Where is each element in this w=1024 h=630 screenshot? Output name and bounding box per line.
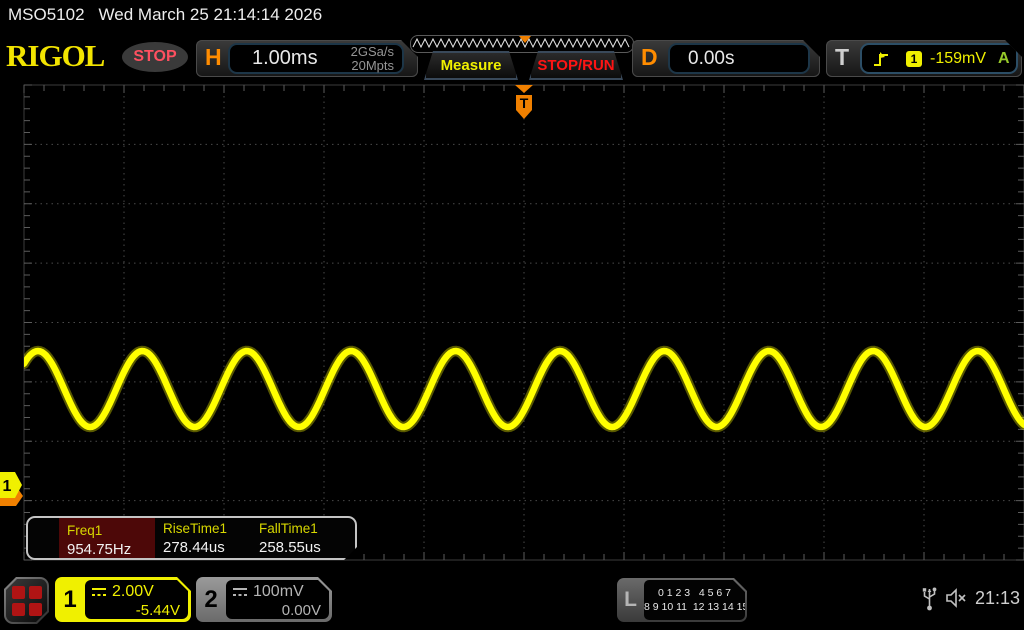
dc-coupling-icon: [91, 586, 107, 598]
menu-grid-icon: [6, 579, 47, 622]
measurement-panel[interactable]: Freq1 954.75Hz RiseTime1 278.44us FallTi…: [26, 516, 357, 560]
clock: 21:13: [975, 588, 1020, 609]
measurement-spacer: [26, 516, 59, 560]
measurement-risetime1[interactable]: RiseTime1 278.44us: [155, 516, 251, 560]
stop-run-button[interactable]: STOP/RUN: [529, 51, 623, 80]
status-bar: MSO5102 Wed March 25 21:14:14 2026: [0, 0, 1024, 32]
channel1-number: 1: [55, 577, 85, 622]
timebase-box[interactable]: 1.00ms 2GSa/s20Mpts: [228, 43, 404, 74]
memory-position-bar[interactable]: [410, 35, 634, 53]
trigger-mode: A: [998, 50, 1010, 68]
channel2-badge[interactable]: 2 100mV 0.00V: [196, 577, 332, 622]
channel2-number: 2: [196, 577, 226, 622]
oscilloscope-screen: MSO5102 Wed March 25 21:14:14 2026 RIGOL …: [0, 0, 1024, 630]
channel1-ground-marker[interactable]: 1: [0, 470, 26, 508]
system-tray: 21:13: [922, 585, 1020, 611]
menu-button[interactable]: [4, 577, 49, 624]
trigger-source-badge: 1: [906, 51, 922, 67]
rigol-logo: RIGOL: [6, 38, 104, 74]
delay-box[interactable]: 0.00s: [668, 43, 810, 74]
channel2-values: 100mV 0.00V: [226, 580, 329, 619]
channel2-offset: 0.00V: [232, 602, 321, 619]
measure-button[interactable]: Measure: [424, 51, 518, 80]
channel1-marker-number: 1: [3, 478, 12, 495]
trigger-panel[interactable]: T 1 -159mV A: [826, 40, 1022, 77]
dc-coupling-icon: [232, 586, 248, 598]
channel1-scale: 2.00V: [112, 583, 154, 601]
speaker-muted-icon: [945, 588, 967, 608]
delay-label: D: [641, 44, 658, 71]
horizontal-panel[interactable]: H 1.00ms 2GSa/s20Mpts: [196, 40, 418, 77]
logic-channel-numbers: 0 1 2 3 4 5 6 78 9 10 11 12 13 14 15: [644, 580, 745, 620]
delay-panel[interactable]: D 0.00s: [632, 40, 820, 77]
trigger-edge-icon: [872, 50, 892, 68]
trigger-position-flag[interactable]: T: [514, 85, 534, 121]
horizontal-label: H: [205, 44, 222, 71]
delay-value: 0.00s: [688, 48, 734, 70]
model-name: MSO5102: [8, 5, 85, 24]
position-marker-icon[interactable]: [519, 36, 531, 43]
logic-label: L: [617, 578, 644, 622]
channel1-badge[interactable]: 1 2.00V -5.44V: [55, 577, 191, 622]
datetime: Wed March 25 21:14:14 2026: [99, 5, 323, 24]
header-bar: RIGOL STOP H 1.00ms 2GSa/s20Mpts Measure…: [0, 32, 1024, 82]
measurement-falltime1[interactable]: FallTime1 258.55us: [251, 516, 347, 560]
trigger-flag-letter: T: [520, 95, 529, 111]
trigger-level-value: -159mV: [930, 50, 986, 68]
channel2-scale: 100mV: [253, 583, 304, 601]
measurement-freq1[interactable]: Freq1 954.75Hz: [59, 518, 155, 558]
channel1-offset: -5.44V: [91, 602, 180, 619]
trigger-box[interactable]: 1 -159mV A: [860, 43, 1018, 74]
logic-channels-badge[interactable]: L 0 1 2 3 4 5 6 78 9 10 11 12 13 14 15: [617, 578, 747, 622]
timebase-value: 1.00ms: [252, 47, 351, 70]
acquisition-status-badge[interactable]: STOP: [122, 42, 188, 72]
sample-rate: 2GSa/s20Mpts: [351, 45, 394, 73]
channel1-values: 2.00V -5.44V: [85, 580, 188, 619]
bottom-bar: 1 2.00V -5.44V 2: [0, 563, 1024, 630]
trigger-label: T: [835, 44, 849, 71]
usb-icon: [922, 585, 937, 611]
